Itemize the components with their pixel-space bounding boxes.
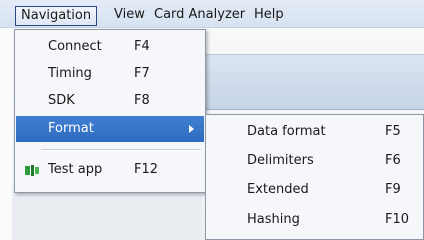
- background-toolbar: [200, 54, 424, 110]
- menu-view[interactable]: View: [108, 6, 151, 26]
- test-app-icon: [25, 165, 39, 176]
- menu-item-shortcut: F7: [134, 66, 150, 81]
- menu-help[interactable]: Help: [248, 6, 290, 26]
- menu-item-shortcut: F9: [385, 182, 401, 197]
- menu-item-label: Format: [48, 121, 94, 136]
- menu-item-shortcut: F12: [134, 162, 159, 177]
- menu-bar: Navigation View Card Analyzer Help: [0, 0, 424, 28]
- menu-item-label: Data format: [247, 124, 326, 139]
- menu-item-test-app[interactable]: Test app F12: [16, 157, 204, 183]
- menu-navigation[interactable]: Navigation: [15, 6, 98, 26]
- navigation-dropdown: Connect F4 Timing F7 SDK F8 Format Test …: [14, 29, 206, 193]
- menu-card-analyzer[interactable]: Card Analyzer: [148, 6, 251, 26]
- menu-item-shortcut: F4: [134, 39, 150, 54]
- menu-item-data-format[interactable]: Data format F5: [207, 119, 422, 145]
- format-submenu: Data format F5 Delimiters F6 Extended F9…: [205, 114, 424, 240]
- menu-item-format[interactable]: Format: [16, 116, 204, 142]
- menu-item-delimiters[interactable]: Delimiters F6: [207, 148, 422, 174]
- menu-item-label: Test app: [48, 162, 103, 177]
- menu-item-timing[interactable]: Timing F7: [16, 61, 204, 87]
- submenu-arrow-icon: [189, 125, 194, 133]
- menu-item-sdk[interactable]: SDK F8: [16, 88, 204, 114]
- menu-item-label: SDK: [48, 93, 75, 108]
- menu-item-connect[interactable]: Connect F4: [16, 34, 204, 60]
- menu-item-label: Connect: [48, 39, 102, 54]
- menu-item-shortcut: F5: [385, 124, 401, 139]
- menu-item-label: Extended: [247, 182, 309, 197]
- menu-item-extended[interactable]: Extended F9: [207, 177, 422, 203]
- menu-item-shortcut: F6: [385, 153, 401, 168]
- menu-item-label: Timing: [48, 66, 92, 81]
- menu-item-shortcut: F10: [385, 212, 410, 227]
- menu-item-shortcut: F8: [134, 93, 150, 108]
- background-content: [12, 186, 202, 240]
- menu-separator: [41, 149, 201, 151]
- menu-item-label: Delimiters: [247, 153, 314, 168]
- window-left-edge: [0, 0, 12, 240]
- menu-item-label: Hashing: [247, 212, 300, 227]
- menu-item-hashing[interactable]: Hashing F10: [207, 207, 422, 233]
